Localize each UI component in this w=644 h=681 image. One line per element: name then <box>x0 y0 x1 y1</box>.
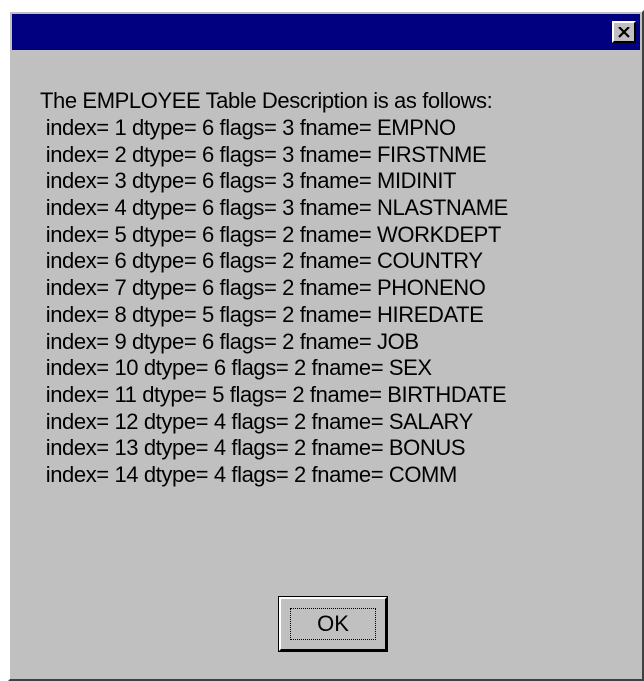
field-description-line: index= 4 dtype= 6 flags= 3 fname= NLASTN… <box>40 195 509 221</box>
field-description-line: index= 14 dtype= 4 flags= 2 fname= COMM <box>40 461 458 487</box>
field-description-line: index= 6 dtype= 6 flags= 2 fname= COUNTR… <box>40 248 483 274</box>
message-text: The EMPLOYEE Table Description is as fol… <box>40 87 622 489</box>
field-description-line: index= 13 dtype= 4 flags= 2 fname= BONUS <box>40 435 466 461</box>
close-icon <box>618 26 630 38</box>
field-description-line: index= 5 dtype= 6 flags= 2 fname= WORKDE… <box>40 221 502 247</box>
field-description-line: index= 8 dtype= 5 flags= 2 fname= HIREDA… <box>40 301 484 327</box>
field-description-line: index= 9 dtype= 6 flags= 2 fname= JOB <box>40 328 419 354</box>
field-description-line: index= 12 dtype= 4 flags= 2 fname= SALAR… <box>40 408 474 434</box>
field-description-line: index= 11 dtype= 5 flags= 2 fname= BIRTH… <box>40 381 507 407</box>
field-description-line: index= 1 dtype= 6 flags= 3 fname= EMPNO <box>40 115 456 140</box>
message-header: The EMPLOYEE Table Description is as fol… <box>40 88 493 113</box>
field-description-line: index= 10 dtype= 6 flags= 2 fname= SEX <box>40 355 432 381</box>
field-description-line: index= 7 dtype= 6 flags= 2 fname= PHONEN… <box>40 275 486 301</box>
title-bar[interactable] <box>12 14 640 50</box>
field-description-line: index= 2 dtype= 6 flags= 3 fname= FIRSTN… <box>40 141 487 167</box>
ok-button-label: OK <box>317 611 349 636</box>
ok-button[interactable]: OK <box>278 596 388 652</box>
field-description-line: index= 3 dtype= 6 flags= 3 fname= MIDINI… <box>40 168 457 194</box>
message-dialog: The EMPLOYEE Table Description is as fol… <box>8 10 644 681</box>
close-button[interactable] <box>612 21 636 43</box>
